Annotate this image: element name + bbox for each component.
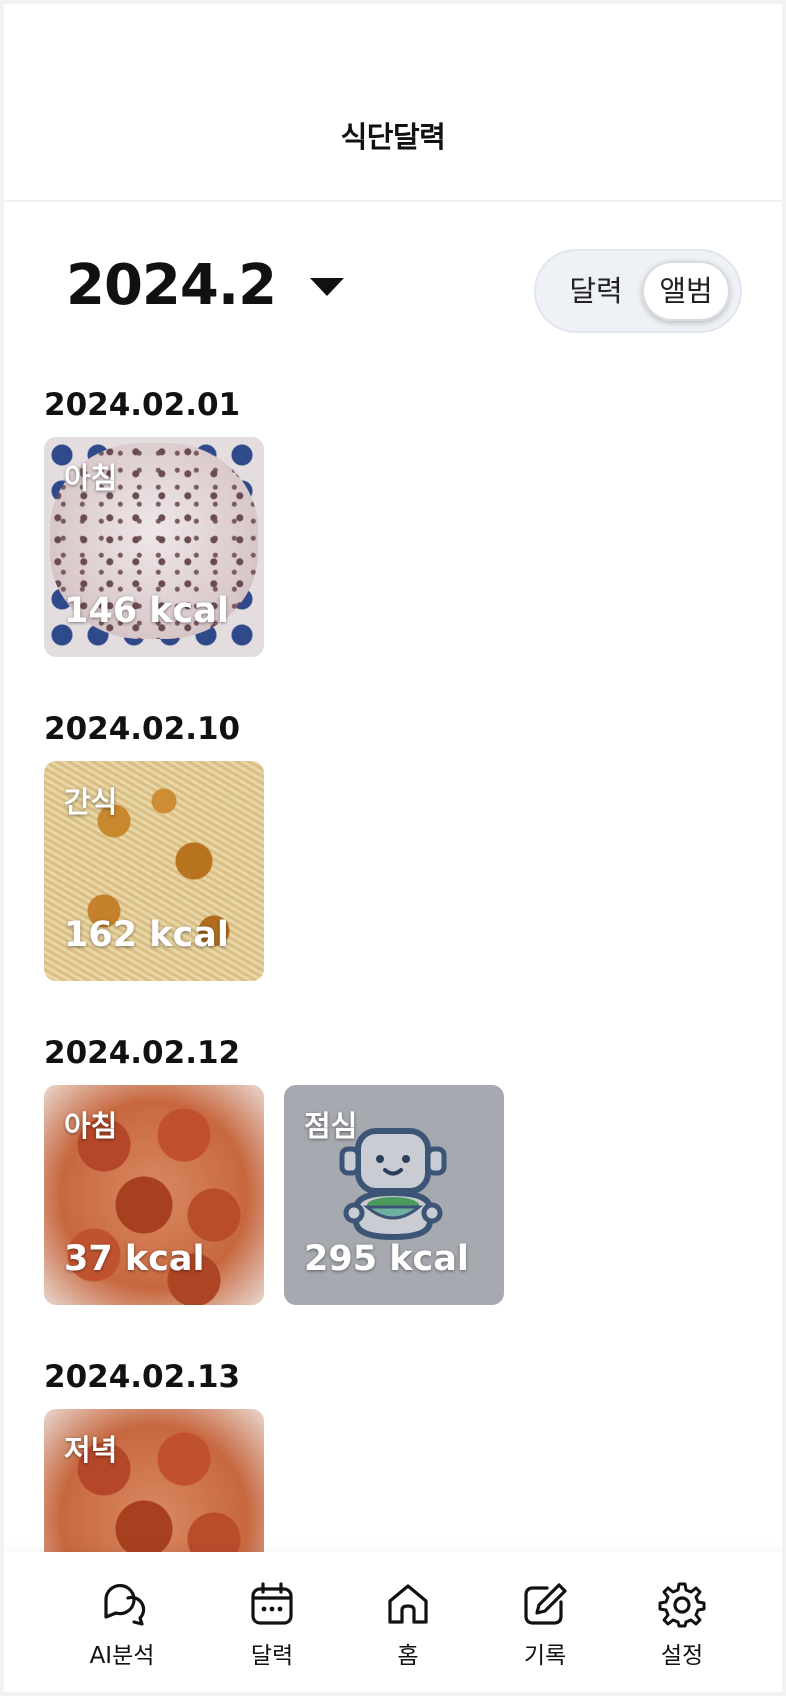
meal-label: 간식 bbox=[64, 785, 118, 819]
home-icon bbox=[388, 1584, 428, 1624]
day-group: 2024.02.12 아침 37 kcal 점심 295 kcal bbox=[44, 1035, 744, 1305]
meal-tile[interactable]: 저녁 bbox=[44, 1409, 264, 1552]
top-app-bar: 식단달력 bbox=[4, 4, 782, 202]
nav-ai-analysis[interactable]: AI분석 bbox=[62, 1580, 182, 1670]
meal-label: 아침 bbox=[64, 1109, 118, 1143]
app-screen: 식단달력 2024.2 달력 앨범 2024.02.01 아침 146 kcal… bbox=[4, 4, 782, 1692]
meal-kcal: 146 kcal bbox=[64, 591, 229, 631]
meal-label: 저녁 bbox=[64, 1433, 118, 1467]
meal-tile[interactable]: 간식 162 kcal bbox=[44, 761, 264, 981]
nav-label: 홈 bbox=[397, 1643, 419, 1669]
calendar-icon bbox=[251, 1582, 293, 1625]
nav-label: AI분석 bbox=[89, 1643, 155, 1669]
meal-tile-placeholder[interactable]: 점심 295 kcal bbox=[284, 1085, 504, 1305]
nav-label: 설정 bbox=[660, 1643, 704, 1669]
chat-bubbles-icon bbox=[104, 1584, 146, 1626]
meal-tile[interactable]: 아침 146 kcal bbox=[44, 437, 264, 657]
meal-kcal: 295 kcal bbox=[304, 1239, 469, 1279]
month-selector[interactable]: 2024.2 bbox=[66, 251, 344, 321]
caret-down-icon bbox=[310, 278, 344, 296]
day-group: 2024.02.13 저녁 bbox=[44, 1359, 744, 1552]
view-toggle[interactable]: 달력 앨범 bbox=[534, 249, 742, 333]
gear-icon bbox=[658, 1582, 706, 1628]
meal-kcal: 37 kcal bbox=[64, 1239, 205, 1279]
nav-label: 달력 bbox=[250, 1643, 294, 1669]
toggle-calendar-option[interactable]: 달력 bbox=[556, 261, 636, 321]
day-group: 2024.02.10 간식 162 kcal bbox=[44, 711, 744, 981]
meal-label: 점심 bbox=[304, 1109, 358, 1143]
edit-icon bbox=[524, 1583, 567, 1625]
day-date: 2024.02.01 bbox=[44, 387, 241, 423]
meal-kcal: 162 kcal bbox=[64, 915, 229, 955]
nav-calendar[interactable]: 달력 bbox=[212, 1580, 332, 1670]
meal-album-feed[interactable]: 2024.02.01 아침 146 kcal 2024.02.10 간식 162… bbox=[44, 387, 744, 1552]
nav-home[interactable]: 홈 bbox=[348, 1580, 468, 1670]
meal-label: 아침 bbox=[64, 461, 118, 495]
day-date: 2024.02.10 bbox=[44, 711, 241, 747]
month-value: 2024.2 bbox=[66, 253, 277, 318]
day-date: 2024.02.13 bbox=[44, 1359, 241, 1395]
page-title: 식단달력 bbox=[340, 120, 446, 154]
day-group: 2024.02.01 아침 146 kcal bbox=[44, 387, 744, 657]
nav-label: 기록 bbox=[523, 1643, 567, 1669]
nav-record[interactable]: 기록 bbox=[485, 1580, 605, 1670]
nav-settings[interactable]: 설정 bbox=[622, 1580, 742, 1670]
day-date: 2024.02.12 bbox=[44, 1035, 241, 1071]
bottom-navigation: AI분석 달력 홈 기록 설정 bbox=[4, 1552, 782, 1692]
meal-tile[interactable]: 아침 37 kcal bbox=[44, 1085, 264, 1305]
toggle-album-option[interactable]: 앨범 bbox=[642, 261, 730, 321]
